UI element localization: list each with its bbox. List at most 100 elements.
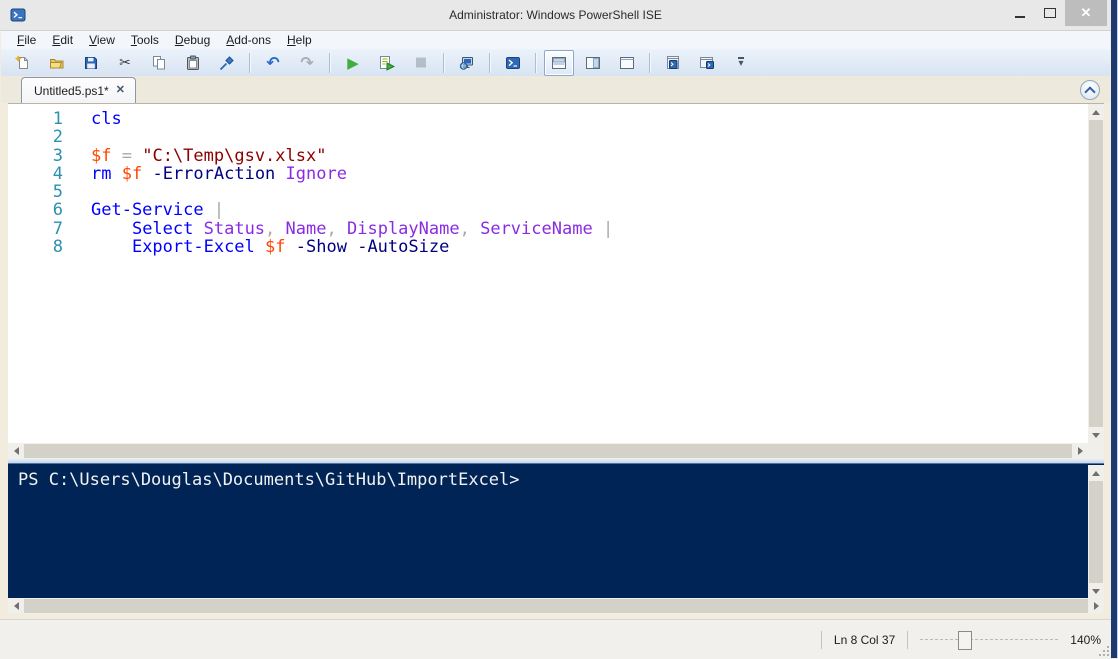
new-remote-powershell-tab-button[interactable]	[452, 50, 482, 76]
maximize-button[interactable]	[1035, 0, 1065, 26]
editor-horizontal-scrollbar[interactable]	[8, 443, 1088, 459]
save-script-button[interactable]	[76, 50, 106, 76]
scroll-left-button[interactable]	[8, 443, 24, 459]
stop-operation-button[interactable]: ■	[406, 50, 436, 76]
arrow-left-icon	[14, 602, 19, 610]
menu-edit[interactable]: Edit	[44, 32, 81, 48]
cut-button[interactable]: ✂	[110, 50, 140, 76]
scrollbar-thumb[interactable]	[24, 599, 1088, 613]
code-text: Export-Excel $f -Show -AutoSize	[91, 238, 449, 256]
tab-bar: Untitled5.ps1* ✕	[1, 76, 1110, 103]
code-line: 7 Select Status, Name, DisplayName, Serv…	[8, 220, 1088, 238]
tab-close-icon[interactable]: ✕	[116, 85, 125, 96]
scroll-right-button[interactable]	[1072, 443, 1088, 459]
code-line: 6Get-Service |	[8, 201, 1088, 219]
scrollbar-thumb[interactable]	[1089, 481, 1103, 583]
clear-console-pane-button[interactable]	[212, 50, 242, 76]
arrow-right-icon	[1094, 602, 1099, 610]
zoom-slider-track[interactable]	[920, 639, 1058, 640]
menu-help[interactable]: Help	[279, 32, 320, 48]
editor-vertical-scrollbar[interactable]	[1088, 104, 1104, 443]
script-editor-content[interactable]: 1cls23$f = "C:\Temp\gsv.xlsx"4rm $f -Err…	[8, 104, 1088, 443]
powershell-window-1-button[interactable]	[658, 50, 688, 76]
redo-button[interactable]: ↷	[292, 50, 322, 76]
scroll-left-button[interactable]	[8, 598, 24, 614]
toolbar-separator	[535, 53, 537, 73]
powershell-window-2-button[interactable]	[692, 50, 722, 76]
open-script-button[interactable]	[42, 50, 72, 76]
scroll-up-button[interactable]	[1088, 465, 1104, 481]
clear-icon	[219, 55, 235, 71]
run-icon: ▶	[347, 55, 359, 71]
redo-icon: ↷	[300, 55, 313, 71]
start-powershell-button[interactable]	[498, 50, 528, 76]
scroll-down-button[interactable]	[1088, 427, 1104, 443]
scroll-down-button[interactable]	[1088, 583, 1104, 599]
status-bar: Ln 8 Col 37 140%	[0, 619, 1111, 659]
code-text: $f = "C:\Temp\gsv.xlsx"	[91, 147, 326, 165]
console-prompt[interactable]: PS C:\Users\Douglas\Documents\GitHub\Imp…	[8, 464, 1104, 491]
minimize-button[interactable]	[1005, 0, 1035, 26]
line-number: 2	[8, 128, 63, 146]
app-icon	[10, 7, 26, 23]
menu-tools[interactable]: Tools	[123, 32, 167, 48]
paste-button[interactable]	[178, 50, 208, 76]
close-icon: ✕	[1081, 5, 1092, 21]
tab-label: Untitled5.ps1*	[34, 84, 109, 98]
code-line: 5	[8, 183, 1088, 201]
show-script-pane-maximized-button[interactable]	[612, 50, 642, 76]
code-line: 3 $f = "C:\Temp\gsv.xlsx"	[8, 147, 1088, 165]
menu-file[interactable]: File	[9, 32, 44, 48]
tab-untitled5[interactable]: Untitled5.ps1* ✕	[21, 77, 136, 103]
undo-button[interactable]: ↶	[258, 50, 288, 76]
cut-icon: ✂	[119, 55, 131, 71]
show-script-pane-top-button[interactable]	[544, 50, 574, 76]
maximize-icon	[1044, 8, 1056, 18]
run-selection-button[interactable]	[372, 50, 402, 76]
copy-button[interactable]	[144, 50, 174, 76]
scroll-right-button[interactable]	[1088, 598, 1104, 614]
menu-add-ons[interactable]: Add-ons	[218, 32, 279, 48]
new-script-button[interactable]	[8, 50, 38, 76]
menu-debug[interactable]: Debug	[167, 32, 218, 48]
chevron-up-icon	[1084, 86, 1095, 97]
code-text: Get-Service |	[91, 201, 224, 219]
arrow-down-icon	[1092, 433, 1100, 438]
arrow-right-icon	[1078, 447, 1083, 455]
menu-bar: FileEditViewToolsDebugAdd-onsHelp	[1, 31, 1110, 49]
console-vertical-scrollbar[interactable]	[1088, 465, 1104, 599]
arrow-up-icon	[1092, 110, 1100, 115]
close-button[interactable]: ✕	[1065, 0, 1107, 26]
console-pane[interactable]: PS C:\Users\Douglas\Documents\GitHub\Imp…	[8, 463, 1104, 599]
menu-view[interactable]: View	[81, 32, 123, 48]
code-text: Select Status, Name, DisplayName, Servic…	[91, 220, 613, 238]
ps-window-b-icon	[699, 55, 715, 71]
line-number: 5	[8, 183, 63, 201]
console-horizontal-scrollbar[interactable]	[8, 598, 1104, 614]
code-line: 8 Export-Excel $f -Show -AutoSize	[8, 238, 1088, 256]
scroll-up-button[interactable]	[1088, 104, 1104, 120]
code-text: rm $f -ErrorAction Ignore	[91, 165, 347, 183]
resize-grip[interactable]	[1097, 644, 1109, 656]
zoom-slider-thumb[interactable]	[958, 631, 972, 650]
zoom-slider[interactable]	[920, 631, 1058, 649]
script-pane: 1cls23$f = "C:\Temp\gsv.xlsx"4rm $f -Err…	[8, 103, 1104, 459]
toolbar-overflow-button[interactable]: ▾	[726, 50, 756, 76]
title-bar[interactable]: Administrator: Windows PowerShell ISE ✕	[0, 0, 1111, 31]
line-col-indicator: Ln 8 Col 37	[834, 633, 895, 647]
run-script-button[interactable]: ▶	[338, 50, 368, 76]
line-number: 7	[8, 220, 63, 238]
scrollbar-thumb[interactable]	[24, 444, 1072, 458]
minimize-icon	[1015, 16, 1025, 18]
arrow-up-icon	[1092, 471, 1100, 476]
scrollbar-corner	[1088, 443, 1104, 459]
toolbar-separator	[249, 53, 251, 73]
desktop-background-edge	[1111, 0, 1118, 658]
line-number: 3	[8, 147, 63, 165]
show-script-pane-right-button[interactable]	[578, 50, 608, 76]
copy-icon	[151, 55, 167, 71]
scrollbar-thumb[interactable]	[1089, 120, 1103, 427]
run-selection-icon	[379, 55, 395, 71]
toggle-script-pane-button[interactable]	[1080, 80, 1100, 100]
layout-max-icon	[619, 55, 635, 71]
